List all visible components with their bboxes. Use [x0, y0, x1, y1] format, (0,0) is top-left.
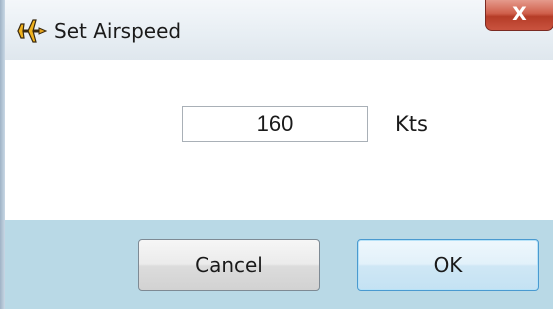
- window-title: Set Airspeed: [54, 19, 182, 43]
- set-airspeed-dialog: Set Airspeed X Kts Cancel OK: [0, 0, 553, 309]
- cancel-button[interactable]: Cancel: [138, 239, 320, 291]
- button-bar: Cancel OK: [5, 220, 553, 309]
- close-button[interactable]: X: [485, 0, 553, 31]
- dialog-content: Kts: [5, 60, 553, 220]
- airspeed-input[interactable]: [182, 106, 368, 142]
- close-icon: X: [512, 3, 527, 25]
- title-bar[interactable]: Set Airspeed X: [5, 0, 553, 60]
- ok-button[interactable]: OK: [357, 239, 539, 291]
- unit-label: Kts: [395, 112, 428, 136]
- airplane-icon: [17, 18, 48, 44]
